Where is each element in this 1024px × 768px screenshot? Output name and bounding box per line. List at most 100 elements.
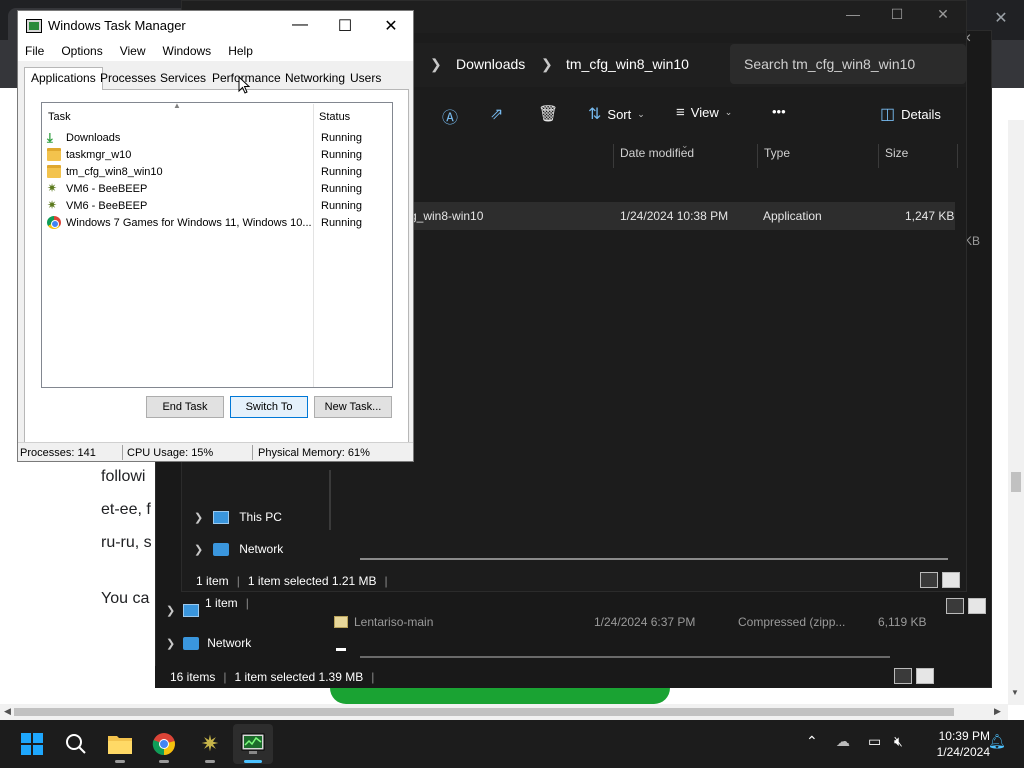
tiles-view-toggle[interactable] (942, 572, 960, 588)
column-divider[interactable] (757, 144, 758, 168)
tab-services[interactable]: Services (160, 71, 206, 85)
task-row[interactable]: tm_cfg_win8_win10 Running (47, 164, 387, 181)
browser-close-icon[interactable]: ✕ (990, 8, 1012, 30)
file-row-selected[interactable]: g_win8-win10 1/24/2024 10:38 PM Applicat… (410, 202, 955, 230)
view-label: View (690, 105, 719, 120)
scroll-down-icon[interactable]: ▼ (1011, 688, 1019, 697)
scrollbar-thumb[interactable] (1011, 472, 1021, 492)
column-divider[interactable] (613, 144, 614, 168)
horizontal-scrollbar[interactable]: ◀ ▶ (0, 704, 1008, 720)
column-header-task[interactable]: Task (48, 111, 71, 123)
delete-button[interactable]: 🗑 (538, 104, 558, 124)
status-selection: 1 item selected 1.21 MB (247, 574, 377, 588)
windows-logo-icon (21, 733, 43, 755)
close-icon[interactable]: ✕ (920, 6, 966, 23)
scrollbar-thumb[interactable] (14, 708, 954, 716)
nav-item-network[interactable]: ❯ Network (166, 636, 251, 650)
menu-file[interactable]: File (25, 41, 52, 61)
column-divider[interactable] (878, 144, 879, 168)
task-row[interactable]: ✷ VM6 - BeeBEEP Running (47, 198, 387, 215)
system-clock[interactable]: 10:39 PM 1/24/2024 (920, 728, 990, 760)
display-icon[interactable]: ▭ (868, 733, 881, 750)
column-header-status[interactable]: Status (319, 111, 350, 123)
column-header-size[interactable]: Size (885, 146, 908, 168)
status-selection: 1 item selected 1.39 MB (234, 670, 364, 684)
tiles-view-toggle[interactable] (916, 668, 934, 684)
scroll-right-icon[interactable]: ▶ (994, 706, 1001, 717)
folder-icon (47, 148, 61, 161)
file-explorer-taskbar-button[interactable] (100, 724, 140, 764)
rename-button[interactable]: Ⓐ (442, 104, 458, 128)
horizontal-scrollbar[interactable] (360, 656, 890, 658)
tab-processes[interactable]: Processes (100, 71, 156, 85)
speaker-muted-icon[interactable]: 🔇︎ (894, 733, 903, 750)
chevron-right-icon: ❯ (194, 511, 204, 524)
breadcrumb-downloads[interactable]: Downloads (456, 56, 525, 72)
breadcrumb-current-folder[interactable]: tm_cfg_win8_win10 (566, 56, 689, 72)
view-button[interactable]: ≡ View ⌄ (676, 104, 732, 121)
menu-view[interactable]: View (120, 41, 154, 61)
nav-item-network[interactable]: ❯ Network (194, 542, 283, 556)
sort-button[interactable]: ⇅ Sort ⌄ (588, 104, 645, 124)
task-row[interactable]: taskmgr_w10 Running (47, 147, 387, 164)
menu-options[interactable]: Options (61, 41, 110, 61)
horizontal-scrollbar[interactable] (360, 558, 948, 560)
network-icon (213, 542, 230, 556)
file-row[interactable]: Lentariso-main 1/24/2024 6:37 PM Compres… (330, 612, 930, 632)
chrome-taskbar-button[interactable] (144, 724, 184, 764)
end-task-button[interactable]: End Task (146, 396, 224, 418)
file-name: Lentariso-main (354, 615, 434, 629)
menu-windows[interactable]: Windows (163, 41, 220, 61)
sidebar-divider[interactable] (329, 470, 331, 530)
page-text-line: ru-ru, s (101, 534, 152, 551)
tab-users[interactable]: Users (350, 71, 381, 85)
close-icon[interactable]: ✕ (368, 16, 414, 36)
new-task-button[interactable]: New Task... (314, 396, 392, 418)
sort-icon: ⇅ (588, 106, 602, 123)
nav-label: This PC (239, 510, 282, 524)
tiles-view-toggle[interactable] (968, 598, 986, 614)
nav-item-this-pc[interactable]: ❯ This PC (194, 510, 282, 524)
column-divider[interactable] (957, 144, 958, 168)
task-row[interactable]: Windows 7 Games for Windows 11, Windows … (47, 215, 387, 232)
beebeep-taskbar-button[interactable]: ✷ (190, 724, 230, 764)
menu-help[interactable]: Help (228, 41, 261, 61)
minimize-icon[interactable]: — (830, 6, 876, 22)
task-status: Running (321, 132, 362, 144)
clock-time: 10:39 PM (938, 729, 990, 743)
details-view-toggle[interactable] (894, 668, 912, 684)
maximize-icon[interactable]: ☐ (322, 16, 368, 36)
search-input[interactable]: Search tm_cfg_win8_win10 (730, 44, 966, 84)
nav-label: Network (239, 542, 284, 556)
vertical-scrollbar[interactable]: ▼ (1008, 120, 1024, 705)
share-button[interactable]: ⇗ (490, 104, 503, 124)
search-button[interactable] (56, 724, 96, 764)
task-name: VM6 - BeeBEEP (66, 200, 148, 212)
task-manager-taskbar-button[interactable] (233, 724, 273, 764)
notification-bell-icon[interactable]: 🔔︎ (988, 733, 1006, 750)
details-pane-button[interactable]: ◫ Details (880, 104, 941, 124)
tab-networking[interactable]: Networking (285, 71, 345, 85)
details-view-toggle[interactable] (920, 572, 938, 588)
minimize-icon[interactable]: — (277, 16, 323, 34)
details-view-toggle[interactable] (946, 598, 964, 614)
task-name: taskmgr_w10 (66, 149, 132, 161)
scroll-left-icon[interactable]: ◀ (4, 706, 11, 717)
maximize-icon[interactable]: ☐ (874, 6, 920, 23)
more-options-button[interactable]: ••• (772, 104, 786, 119)
chevron-right-icon: ❯ (166, 605, 176, 617)
file-date: 1/24/2024 10:38 PM (620, 209, 729, 223)
onedrive-icon[interactable]: ☁ (836, 733, 850, 750)
column-header-type[interactable]: Type (764, 146, 790, 168)
task-row[interactable]: ⤓ Downloads Running (47, 130, 387, 147)
task-row[interactable]: ✷ VM6 - BeeBEEP Running (47, 181, 387, 198)
page-text-line: followi (101, 468, 146, 485)
title-bar[interactable]: Windows Task Manager — ☐ ✕ (18, 11, 413, 41)
nav-item-this-pc[interactable]: ❯ (166, 604, 200, 617)
tab-applications[interactable]: Applications (24, 67, 103, 90)
status-bar: 16 items | 1 item selected 1.39 MB | (155, 666, 940, 688)
switch-to-button[interactable]: Switch To (230, 396, 308, 418)
page-text-line: You ca (101, 590, 150, 607)
chevron-up-icon[interactable]: ⌃ (806, 733, 818, 750)
start-button[interactable] (12, 724, 52, 764)
